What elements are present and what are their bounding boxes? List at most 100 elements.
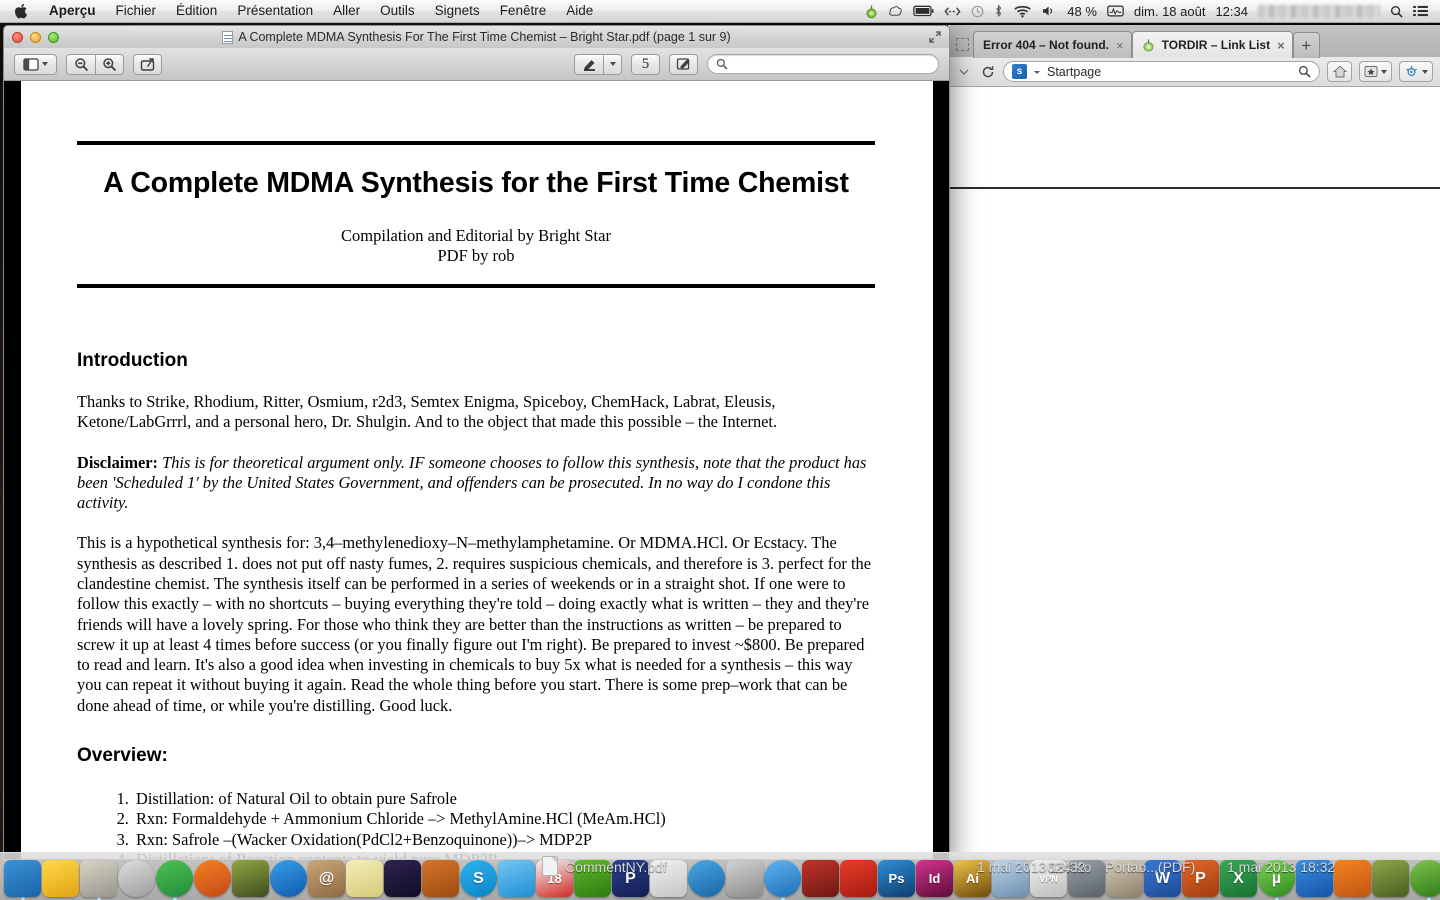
new-tab-button[interactable]: + bbox=[1292, 32, 1320, 58]
volume-icon[interactable] bbox=[1042, 5, 1057, 17]
apple-logo-icon[interactable] bbox=[14, 3, 28, 20]
zoom-out-button[interactable] bbox=[66, 53, 95, 75]
dock-item-preview[interactable] bbox=[80, 860, 117, 900]
highlight-dropdown-button[interactable] bbox=[603, 53, 622, 75]
search-icon[interactable] bbox=[1390, 5, 1403, 18]
chevron-down-icon[interactable] bbox=[1422, 69, 1428, 74]
cloud-icon[interactable] bbox=[888, 5, 903, 18]
home-button[interactable] bbox=[1327, 61, 1352, 82]
menu-item-aide[interactable]: Aide bbox=[556, 0, 603, 22]
dock-item-stickies[interactable] bbox=[346, 860, 383, 897]
menu-item-fenetre[interactable]: Fenêtre bbox=[490, 0, 557, 22]
dock-item-mail[interactable] bbox=[422, 860, 459, 897]
dock-item-launchpad[interactable] bbox=[118, 860, 155, 897]
menu-bar-clock[interactable]: 12:34 bbox=[1215, 4, 1248, 19]
network-arrows-icon[interactable] bbox=[944, 6, 961, 17]
battery-percent[interactable]: 48 % bbox=[1067, 4, 1097, 19]
dock-item-camera-tool[interactable] bbox=[1372, 860, 1409, 897]
dock-item-vlc[interactable] bbox=[1334, 860, 1371, 897]
preview-window[interactable]: A Complete MDMA Synthesis For The First … bbox=[3, 25, 950, 860]
tor-onion-icon[interactable] bbox=[865, 4, 878, 19]
list-icon[interactable] bbox=[1413, 5, 1428, 17]
menu-item-apercu[interactable]: Aperçu bbox=[39, 0, 106, 22]
dock[interactable]: @ S 18 P Ps Id Ai VPN W P Xµ bbox=[0, 852, 1440, 900]
dock-item-dropbox[interactable] bbox=[498, 860, 535, 897]
minimize-button[interactable] bbox=[30, 32, 41, 43]
battery-graph-icon[interactable] bbox=[1107, 5, 1124, 17]
menu-item-presentation[interactable]: Présentation bbox=[227, 0, 323, 22]
search-input[interactable]: s Startpage bbox=[1003, 61, 1320, 82]
dock-item-google-chrome[interactable] bbox=[156, 860, 193, 900]
dock-item-app-store[interactable] bbox=[270, 860, 307, 897]
reload-icon[interactable] bbox=[979, 63, 996, 81]
torbutton-button[interactable] bbox=[1399, 61, 1433, 82]
fullscreen-icon[interactable] bbox=[929, 31, 941, 43]
dock-item-photoshop[interactable]: Ps bbox=[878, 860, 915, 897]
chevron-down-icon[interactable] bbox=[1033, 63, 1041, 81]
overview-list: Distillation: of Natural Oil to obtain p… bbox=[115, 789, 875, 859]
dock-item-skype[interactable]: S bbox=[460, 860, 497, 900]
share-icon bbox=[140, 57, 155, 71]
menu-item-fichier[interactable]: Fichier bbox=[106, 0, 167, 22]
markup-button[interactable] bbox=[669, 53, 698, 75]
rotate-button[interactable]: 5 bbox=[631, 53, 660, 75]
search-input[interactable] bbox=[733, 57, 930, 71]
dock-item-firefox[interactable] bbox=[194, 860, 231, 897]
dock-item-printer[interactable] bbox=[726, 860, 763, 897]
startpage-engine-icon[interactable]: s bbox=[1012, 64, 1027, 79]
tor-browser-window[interactable]: Error 404 – Not found. × TORDIR – Link L… bbox=[948, 25, 1440, 860]
browser-tab-bar[interactable]: Error 404 – Not found. × TORDIR – Link L… bbox=[948, 25, 1440, 58]
sidebar-toggle-button[interactable] bbox=[14, 53, 57, 75]
dock-item-blue-disc[interactable] bbox=[688, 860, 725, 897]
dock-item-address-book[interactable]: @ bbox=[308, 860, 345, 897]
menu-bar-date[interactable]: dim. 18 août bbox=[1134, 4, 1206, 19]
timemachine-icon[interactable] bbox=[971, 5, 984, 18]
chevron-down-icon[interactable] bbox=[1381, 69, 1387, 74]
close-icon[interactable]: × bbox=[1116, 39, 1124, 52]
close-button[interactable] bbox=[12, 32, 23, 43]
browser-page-content bbox=[948, 87, 1440, 860]
menu-item-signets[interactable]: Signets bbox=[425, 0, 490, 22]
preview-toolbar[interactable]: 5 bbox=[3, 48, 950, 81]
chevron-down-icon[interactable] bbox=[42, 62, 48, 66]
dock-item-photo-booth[interactable] bbox=[840, 860, 877, 897]
zoom-controls[interactable] bbox=[66, 53, 124, 75]
pdf-viewer-area[interactable]: A Complete MDMA Synthesis for the First … bbox=[3, 81, 950, 860]
dock-item-cyberduck[interactable] bbox=[42, 860, 79, 897]
dock-item-glyph: VPN bbox=[1039, 873, 1058, 884]
battery-icon[interactable] bbox=[913, 5, 934, 17]
screen: Error 404 – Not found. × TORDIR – Link L… bbox=[0, 0, 1440, 900]
zoom-in-button[interactable] bbox=[95, 53, 124, 75]
close-icon[interactable]: × bbox=[1277, 39, 1285, 52]
search-icon[interactable] bbox=[1298, 65, 1311, 78]
menu-bar-status-area[interactable]: 48 % dim. 18 août 12:34 bbox=[865, 0, 1440, 23]
ghost-label: 1 mai 2013 18:32 bbox=[1227, 859, 1336, 875]
dock-item-indesign[interactable]: Id bbox=[916, 860, 953, 897]
preview-title-bar[interactable]: A Complete MDMA Synthesis For The First … bbox=[3, 25, 950, 48]
menu-item-aller[interactable]: Aller bbox=[323, 0, 370, 22]
dock-item-android-sdk[interactable] bbox=[232, 860, 269, 897]
menu-bar[interactable]: Aperçu Fichier Édition Présentation Alle… bbox=[0, 0, 1440, 23]
menu-item-edition[interactable]: Édition bbox=[166, 0, 227, 22]
dock-item-finder[interactable] bbox=[4, 860, 41, 900]
browser-tab-tordir[interactable]: TORDIR – Link List × bbox=[1131, 31, 1293, 58]
window-controls[interactable] bbox=[12, 32, 59, 43]
share-button[interactable] bbox=[133, 53, 162, 75]
wifi-icon[interactable] bbox=[1013, 4, 1032, 18]
dock-item-itunes[interactable] bbox=[764, 860, 801, 900]
pdf-search-field[interactable] bbox=[707, 54, 939, 74]
browser-nav-bar[interactable]: s Startpage bbox=[948, 57, 1440, 87]
browser-tab-error404[interactable]: Error 404 – Not found. × bbox=[973, 31, 1132, 58]
bluetooth-icon[interactable] bbox=[994, 4, 1003, 18]
zoom-button[interactable] bbox=[48, 32, 59, 43]
dock-item-book[interactable] bbox=[802, 860, 839, 897]
dock-item-keynote[interactable] bbox=[384, 860, 421, 897]
highlight-controls[interactable] bbox=[574, 53, 622, 75]
menu-item-outils[interactable]: Outils bbox=[370, 0, 425, 22]
chevron-down-icon[interactable] bbox=[955, 63, 972, 81]
highlight-button[interactable] bbox=[574, 53, 603, 75]
bookmarks-button[interactable] bbox=[1359, 61, 1392, 82]
zoom-in-icon bbox=[102, 57, 117, 72]
dock-item-tor-browser[interactable] bbox=[1410, 860, 1440, 900]
user-name-redacted[interactable] bbox=[1258, 4, 1380, 18]
